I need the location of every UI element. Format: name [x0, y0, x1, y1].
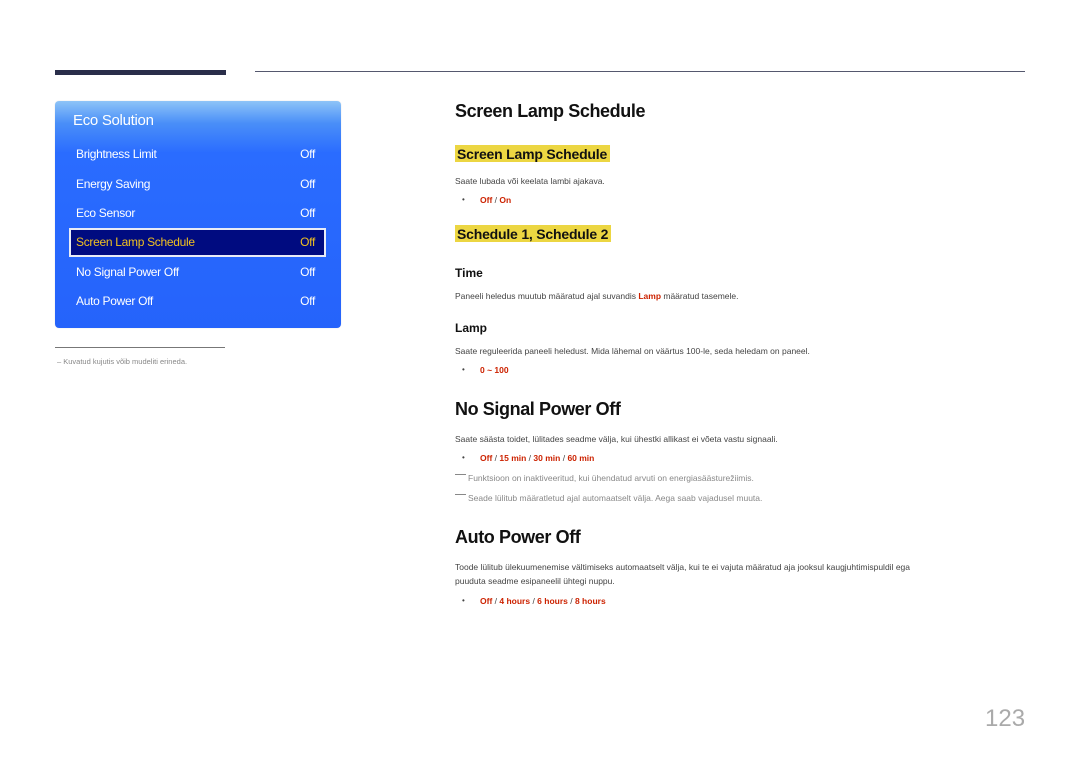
menu-item-value: Off	[300, 235, 315, 249]
sls-options: Off / On	[480, 195, 512, 205]
bullet-icon: •	[462, 453, 465, 462]
option-off: Off	[480, 453, 493, 463]
nspo-options: Off / 15 min / 30 min / 60 min	[480, 453, 595, 463]
nspo-note: Seade lülitub määratletud ajal automaats…	[455, 493, 762, 503]
menu-item-value: Off	[300, 177, 315, 191]
footnote: – Kuvatud kujutis võib mudeliti erineda.	[57, 357, 188, 366]
menu-item-label: Auto Power Off	[76, 294, 153, 308]
menu-item-energy-saving[interactable]: Energy Saving Off	[70, 171, 325, 198]
subheading-screen-lamp-schedule: Screen Lamp Schedule	[455, 145, 611, 162]
option-6hours: 6 hours	[537, 596, 568, 606]
note-dash-icon	[455, 494, 466, 495]
option-off: Off	[480, 596, 493, 606]
menu-item-brightness-limit[interactable]: Brightness Limit Off	[70, 141, 325, 168]
section-heading-auto-power-off: Auto Power Off	[455, 527, 581, 547]
menu-item-label: No Signal Power Off	[76, 265, 179, 279]
time-desc-highlight: Lamp	[638, 291, 662, 301]
bullet-icon: •	[462, 195, 465, 204]
menu-title: Eco Solution	[73, 112, 154, 129]
sls-description: Saate lubada või keelata lambi ajakava.	[455, 176, 605, 186]
bullet-icon: •	[462, 596, 465, 605]
menu-item-value: Off	[300, 294, 315, 308]
option-8hours: 8 hours	[574, 596, 606, 606]
menu-item-value: Off	[300, 147, 315, 161]
note-text: Funktsioon on inaktiveeritud, kui ühenda…	[468, 473, 754, 483]
note-dash-icon	[455, 474, 466, 475]
lamp-label: Lamp	[455, 321, 488, 335]
time-description: Paneeli heledus muutub määratud ajal suv…	[455, 289, 739, 303]
menu-item-label: Eco Sensor	[76, 206, 136, 220]
time-label: Time	[455, 266, 483, 280]
eco-solution-menu: Eco Solution Brightness Limit Off Energy…	[55, 101, 341, 328]
apo-description-line1: Toode lülitub ülekuumenemise vältimiseks…	[455, 562, 910, 572]
time-desc-text: Paneeli heledus muutub määratud ajal suv…	[455, 291, 639, 301]
menu-item-value: Off	[300, 206, 315, 220]
menu-item-label: Screen Lamp Schedule	[76, 235, 195, 249]
subheading-schedule: Schedule 1, Schedule 2	[455, 225, 612, 242]
menu-item-no-signal-power-off[interactable]: No Signal Power Off Off	[70, 259, 325, 286]
option-15min: 15 min	[499, 453, 527, 463]
menu-item-value: Off	[300, 265, 315, 279]
note-text: Seade lülitub määratletud ajal automaats…	[468, 493, 763, 503]
option-4hours: 4 hours	[499, 596, 531, 606]
page-number: 123	[985, 705, 1026, 732]
menu-item-screen-lamp-schedule[interactable]: Screen Lamp Schedule Off	[69, 228, 326, 257]
nspo-note: Funktsioon on inaktiveeritud, kui ühenda…	[455, 473, 754, 483]
bullet-icon: •	[462, 365, 465, 374]
section-heading-no-signal-power-off: No Signal Power Off	[455, 399, 621, 419]
footnote-rule	[55, 347, 225, 348]
time-desc-text: määratud tasemele.	[661, 291, 739, 301]
header-rule	[255, 71, 1025, 72]
menu-item-label: Brightness Limit	[76, 147, 157, 161]
lamp-range: 0 ~ 100	[480, 365, 509, 375]
nspo-description: Saate säästa toidet, lülitades seadme vä…	[455, 434, 778, 444]
menu-item-label: Energy Saving	[76, 177, 151, 191]
option-off: Off	[480, 195, 493, 205]
option-30min: 30 min	[533, 453, 561, 463]
option-on: On	[499, 195, 512, 205]
option-60min: 60 min	[567, 453, 595, 463]
header-bar-thick	[55, 70, 226, 75]
section-heading-screen-lamp-schedule: Screen Lamp Schedule	[455, 101, 646, 121]
apo-description-line2: puuduta seadme esipaneelil ühtegi nuppu.	[455, 576, 615, 586]
lamp-description: Saate reguleerida paneeli heledust. Mida…	[455, 346, 810, 356]
menu-item-auto-power-off[interactable]: Auto Power Off Off	[70, 288, 325, 315]
apo-options: Off / 4 hours / 6 hours / 8 hours	[480, 596, 606, 606]
menu-item-eco-sensor[interactable]: Eco Sensor Off	[70, 200, 325, 227]
